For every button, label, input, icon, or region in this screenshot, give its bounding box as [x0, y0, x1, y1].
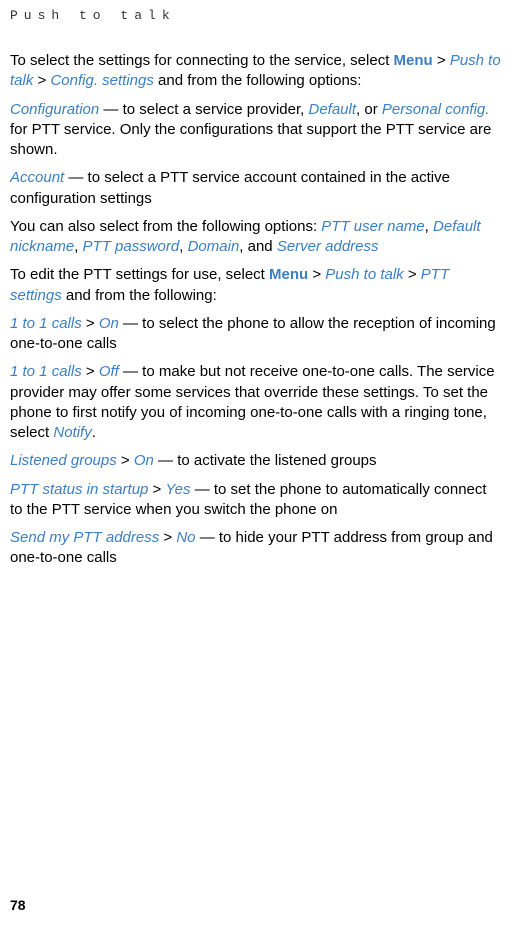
- link-ptt-username: PTT user name: [321, 218, 424, 235]
- link-server-address: Server address: [277, 238, 379, 255]
- link-send-ptt-address: Send my PTT address: [10, 529, 159, 546]
- paragraph-1to1-off: 1 to 1 calls > Off — to make but not rec…: [10, 362, 502, 443]
- text: and from the following:: [62, 287, 217, 304]
- breadcrumb-sep: >: [404, 266, 421, 283]
- link-on: On: [99, 315, 119, 332]
- text: ,: [74, 238, 82, 255]
- link-ptt-status-startup: PTT status in startup: [10, 481, 148, 498]
- link-1to1-calls: 1 to 1 calls: [10, 315, 82, 332]
- text: for PTT service. Only the configurations…: [10, 121, 491, 158]
- text: ,: [179, 238, 187, 255]
- paragraph-account: Account — to select a PTT service accoun…: [10, 168, 502, 209]
- paragraph-listened-groups: Listened groups > On — to activate the l…: [10, 451, 502, 471]
- paragraph-intro: To select the settings for connecting to…: [10, 51, 502, 92]
- text: You can also select from the following o…: [10, 218, 321, 235]
- link-personal-config: Personal config.: [382, 101, 490, 118]
- paragraph-1to1-on: 1 to 1 calls > On — to select the phone …: [10, 314, 502, 355]
- text: and from the following options:: [154, 72, 362, 89]
- text: — to activate the listened groups: [154, 452, 377, 469]
- text: — to select a service provider,: [99, 101, 308, 118]
- link-ptt-password: PTT password: [83, 238, 180, 255]
- breadcrumb-sep: >: [117, 452, 134, 469]
- link-1to1-calls: 1 to 1 calls: [10, 363, 82, 380]
- text: , or: [356, 101, 382, 118]
- header-title: Push to talk: [10, 8, 506, 23]
- link-notify: Notify: [53, 424, 91, 441]
- paragraph-ptt-startup: PTT status in startup > Yes — to set the…: [10, 480, 502, 521]
- link-no: No: [176, 529, 195, 546]
- document-content: To select the settings for connecting to…: [10, 51, 506, 569]
- link-off: Off: [99, 363, 119, 380]
- link-config-settings: Config. settings: [50, 72, 153, 89]
- link-account: Account: [10, 169, 64, 186]
- page-number: 78: [10, 897, 26, 913]
- breadcrumb-sep: >: [82, 363, 99, 380]
- link-listened-groups: Listened groups: [10, 452, 117, 469]
- link-domain: Domain: [188, 238, 240, 255]
- breadcrumb-sep: >: [159, 529, 176, 546]
- menu-label: Menu: [269, 266, 308, 283]
- text: To select the settings for connecting to…: [10, 52, 394, 69]
- paragraph-edit-settings: To edit the PTT settings for use, select…: [10, 265, 502, 306]
- text: .: [92, 424, 96, 441]
- menu-label: Menu: [394, 52, 433, 69]
- paragraph-send-ptt-address: Send my PTT address > No — to hide your …: [10, 528, 502, 569]
- link-on: On: [134, 452, 154, 469]
- breadcrumb-sep: >: [82, 315, 99, 332]
- link-yes: Yes: [166, 481, 191, 498]
- text: — to select a PTT service account contai…: [10, 169, 450, 206]
- paragraph-configuration: Configuration — to select a service prov…: [10, 100, 502, 161]
- paragraph-options: You can also select from the following o…: [10, 217, 502, 258]
- text: ,: [425, 218, 433, 235]
- link-configuration: Configuration: [10, 101, 99, 118]
- text: , and: [239, 238, 277, 255]
- link-default: Default: [309, 101, 357, 118]
- breadcrumb-sep: >: [148, 481, 165, 498]
- breadcrumb-sep: >: [308, 266, 325, 283]
- breadcrumb-sep: >: [33, 72, 50, 89]
- breadcrumb-sep: >: [433, 52, 450, 69]
- link-push-to-talk: Push to talk: [325, 266, 403, 283]
- text: To edit the PTT settings for use, select: [10, 266, 269, 283]
